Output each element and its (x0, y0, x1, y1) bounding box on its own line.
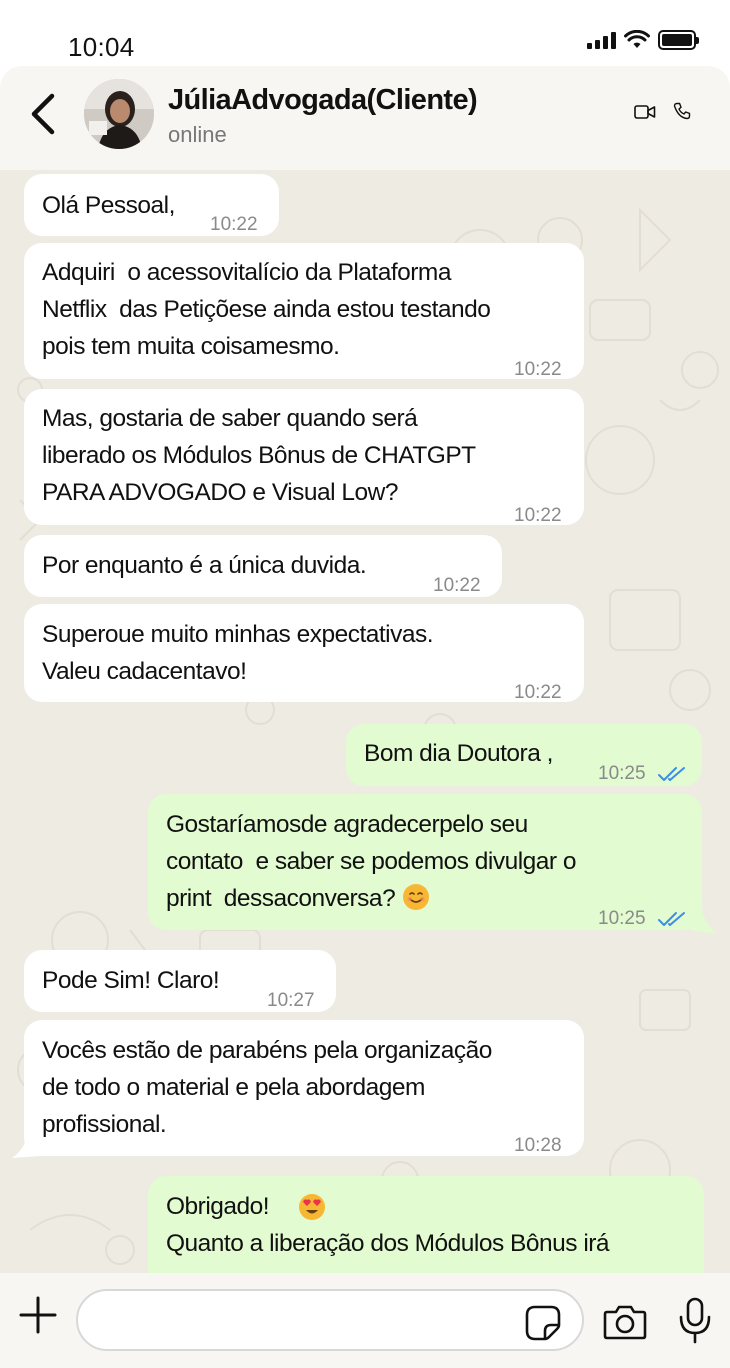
plus-icon[interactable] (18, 1295, 58, 1335)
incoming-message[interactable]: Olá Pessoal, 10:22 (24, 174, 279, 236)
message-time: 10:25 (598, 900, 687, 937)
chat-area[interactable]: Olá Pessoal, 10:22 Adquiri o acessovital… (0, 170, 730, 1273)
outgoing-message[interactable]: Gostaríamosde agradecerpelo seu contato … (148, 794, 702, 930)
message-input[interactable] (76, 1289, 584, 1351)
incoming-message[interactable]: Mas, gostaria de saber quando será liber… (24, 389, 584, 526)
message-text: Mas, gostaria de saber quando será liber… (42, 405, 476, 506)
message-text: Superoue muito minhas expectativas. Vale… (42, 621, 434, 685)
heart-eyes-emoji-icon (299, 1194, 325, 1220)
incoming-message[interactable]: Por enquanto é a única duvida. 10:22 (24, 535, 502, 597)
message-text: Olá Pessoal, (42, 192, 175, 219)
message-text: Vocês estão de parabéns pela organização… (42, 1037, 492, 1138)
cellular-signal-icon (587, 31, 616, 49)
message-time: 10:22 (514, 359, 562, 380)
read-ticks-icon (657, 911, 685, 926)
status-bar: 10:04 (0, 0, 730, 66)
incoming-message[interactable]: Superoue muito minhas expectativas. Vale… (24, 604, 584, 703)
message-time: 10:22 (210, 214, 258, 235)
video-call-icon[interactable] (634, 104, 656, 120)
read-ticks-icon (657, 766, 685, 781)
bubble-tail (12, 1134, 40, 1158)
message-time: 10:28 (514, 1135, 562, 1156)
bubble-tail (690, 910, 718, 934)
microphone-icon[interactable] (678, 1297, 712, 1345)
outgoing-message[interactable]: Bom dia Doutora , 10:25 (346, 724, 702, 786)
camera-icon[interactable] (603, 1304, 647, 1340)
chat-header: JúliaAdvogada(Cliente) online (0, 66, 730, 170)
message-input-bar (0, 1273, 730, 1368)
message-time: 10:22 (514, 682, 562, 703)
contact-status: online (168, 122, 227, 147)
message-time: 10:27 (267, 990, 315, 1011)
contact-avatar[interactable] (84, 79, 154, 149)
contact-name[interactable]: JúliaAdvogada(Cliente) (168, 84, 478, 117)
message-time: 10:22 (514, 505, 562, 526)
incoming-message[interactable]: Adquiri o acessovitalício da Plataforma … (24, 243, 584, 380)
message-time: 10:22 (433, 575, 481, 596)
battery-icon (658, 30, 699, 50)
smiling-face-emoji-icon (402, 884, 429, 910)
wifi-icon (624, 30, 650, 48)
sticker-icon[interactable] (525, 1305, 561, 1341)
message-text: Obrigado! Quanto a liberação dos Módulos… (166, 1193, 610, 1257)
message-text: Gostaríamosde agradecerpelo seu contato … (166, 811, 577, 912)
message-time: 10:25 (598, 755, 687, 792)
message-text: Por enquanto é a única duvida. (42, 552, 367, 579)
status-time: 10:04 (68, 32, 135, 62)
message-text: Adquiri o acessovitalício da Plataforma … (42, 259, 491, 360)
status-icons (587, 30, 699, 50)
back-chevron-icon[interactable] (26, 92, 62, 136)
message-text: Bom dia Doutora , (364, 740, 553, 767)
incoming-message[interactable]: Pode Sim! Claro! 10:27 (24, 950, 336, 1012)
outgoing-message[interactable]: Obrigado! Quanto a liberação dos Módulos… (148, 1176, 704, 1273)
incoming-message[interactable]: Vocês estão de parabéns pela organização… (24, 1020, 584, 1156)
voice-call-icon[interactable] (673, 102, 691, 120)
message-text: Pode Sim! Claro! (42, 967, 220, 994)
